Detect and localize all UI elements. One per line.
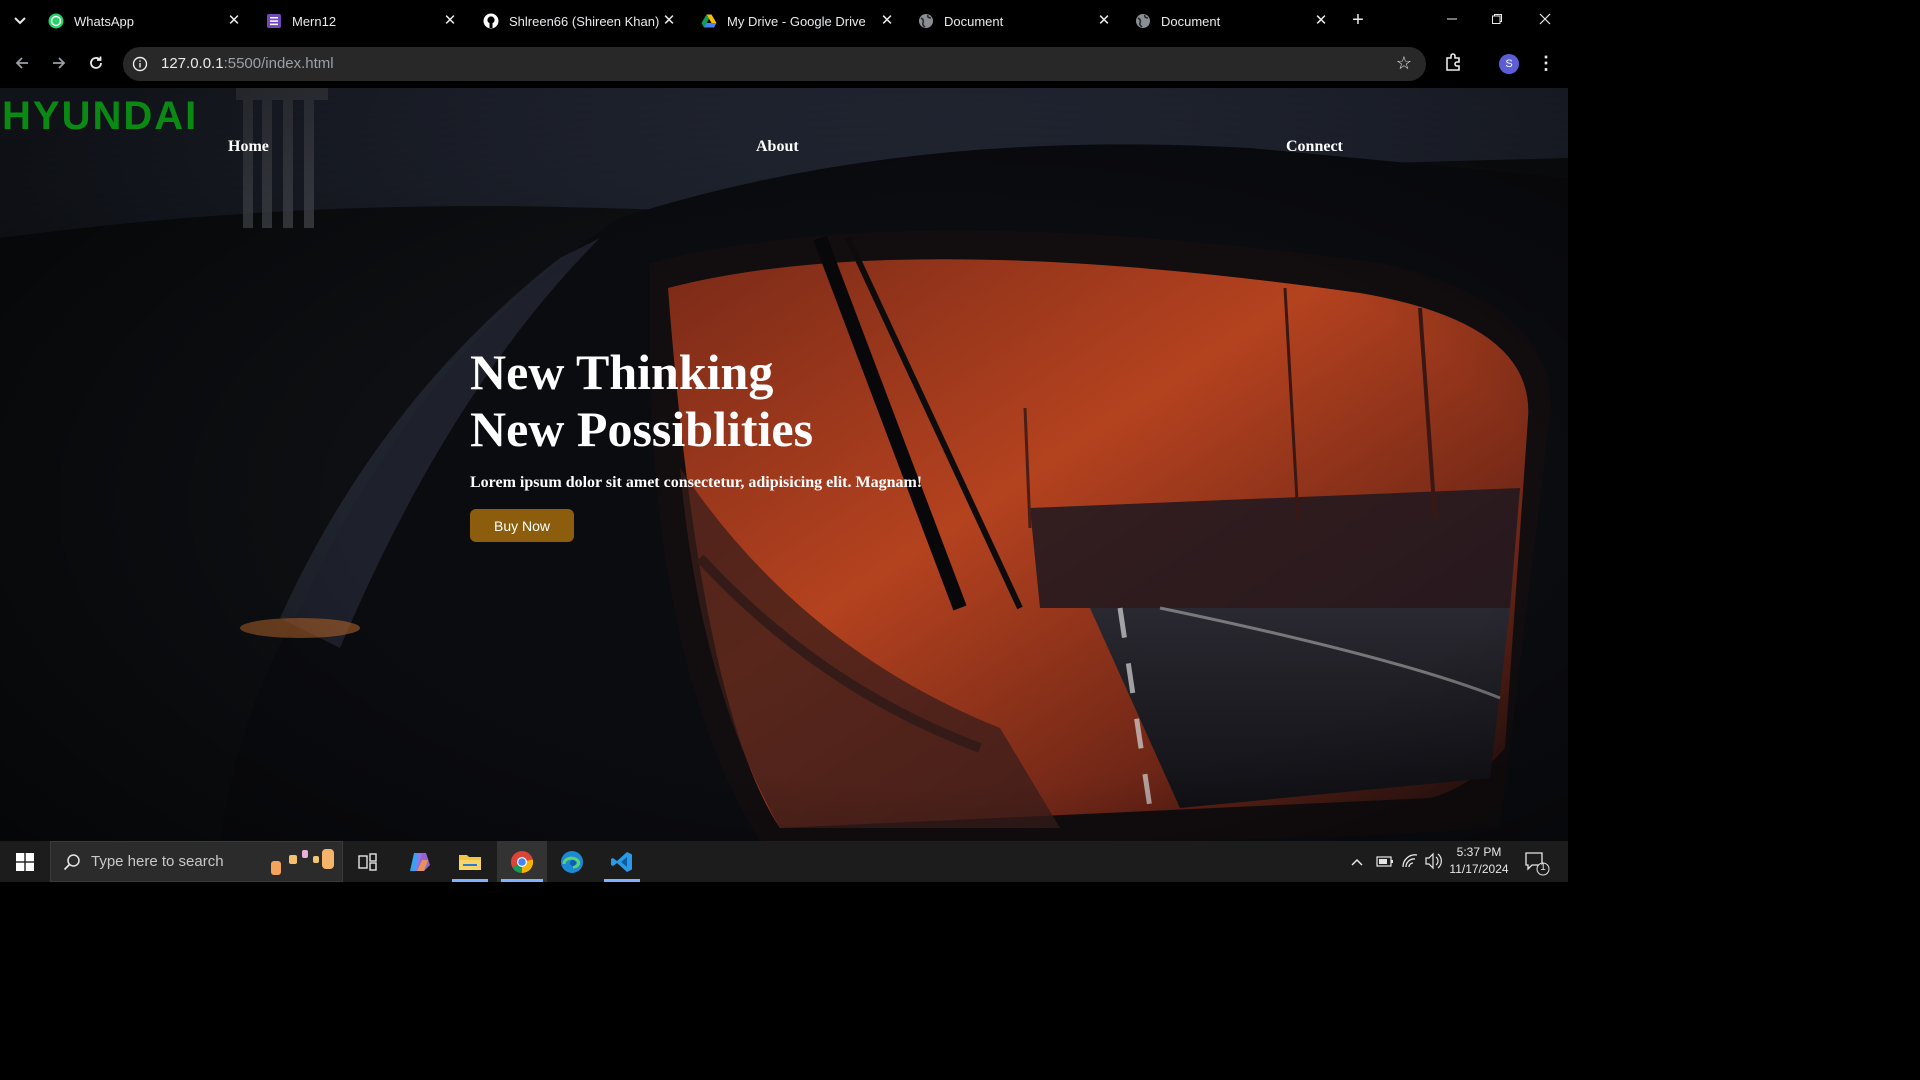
show-hidden-icons-chevron-icon[interactable] [1350, 841, 1370, 882]
close-tab-icon[interactable]: ✕ [661, 13, 677, 29]
back-arrow-icon[interactable] [9, 52, 35, 78]
url-path: :5500/index.html [223, 55, 334, 72]
hero-subtitle: Lorem ipsum dolor sit amet consectetur, … [470, 474, 923, 491]
tab-whatsapp[interactable]: WhatsApp ✕ [38, 6, 252, 36]
active-indicator [452, 879, 488, 882]
globe-icon [1135, 13, 1151, 29]
close-tab-icon[interactable]: ✕ [226, 13, 242, 29]
forms-icon [266, 13, 282, 29]
tab-document-2[interactable]: Document ✕ [1125, 6, 1339, 36]
url-text: 127.0.0.1:5500/index.html [161, 55, 334, 72]
tab-google-drive[interactable]: My Drive - Google Drive ✕ [691, 6, 905, 36]
tab-title: Mern12 [292, 13, 337, 29]
close-tab-icon[interactable]: ✕ [442, 13, 458, 29]
windows-start-icon[interactable] [0, 841, 50, 882]
tab-title: Document [1161, 13, 1221, 29]
webpage-viewport: HYUNDAI Home About Connect New Thinking … [0, 88, 1568, 841]
close-window-icon[interactable] [1530, 8, 1560, 32]
battery-icon[interactable] [1376, 841, 1396, 882]
search-placeholder: Type here to search [91, 853, 224, 870]
nav-home[interactable]: Home [228, 138, 269, 156]
close-tab-icon[interactable]: ✕ [1096, 13, 1112, 29]
url-host: 127.0.0.1 [161, 55, 224, 72]
new-tab-plus-icon[interactable]: + [1348, 10, 1368, 30]
copilot-icon[interactable] [400, 841, 440, 882]
chrome-menu-icon[interactable]: ⋮ [1536, 52, 1556, 74]
active-indicator [501, 879, 543, 882]
nav-about[interactable]: About [756, 138, 799, 156]
site-info-icon[interactable] [132, 56, 148, 72]
tab-title: WhatsApp [74, 13, 134, 29]
bookmark-star-icon[interactable]: ☆ [1396, 53, 1412, 74]
clock-date: 11/17/2024 [1449, 862, 1509, 876]
tab-github[interactable]: Shlreen66 (Shireen Khan) ✕ [473, 6, 687, 36]
tab-title: My Drive - Google Drive [727, 13, 866, 29]
notification-center-icon[interactable]: 1 [1524, 841, 1554, 882]
search-highlight-lanterns-icon [269, 847, 339, 877]
edge-icon[interactable] [552, 841, 592, 882]
search-icon [63, 853, 81, 871]
file-explorer-icon[interactable] [450, 841, 490, 882]
wifi-icon[interactable] [1401, 841, 1421, 882]
tab-document-1[interactable]: Document ✕ [908, 6, 1122, 36]
speaker-volume-icon[interactable] [1424, 841, 1444, 882]
hero-title: New Thinking New Possiblities [470, 344, 813, 458]
system-clock[interactable]: 5:37 PM 11/17/2024 [1444, 844, 1514, 878]
vscode-icon[interactable] [602, 841, 642, 882]
tab-search-chevron-icon[interactable] [10, 12, 30, 30]
notification-count: 1 [1540, 862, 1546, 873]
hero-title-line1: New Thinking [470, 344, 774, 400]
close-tab-icon[interactable]: ✕ [1313, 13, 1329, 29]
minimize-icon[interactable] [1437, 8, 1467, 32]
close-tab-icon[interactable]: ✕ [879, 13, 895, 29]
forward-arrow-icon[interactable] [46, 52, 72, 78]
google-drive-icon [701, 13, 717, 29]
windows-taskbar: Type here to search 5:37 PM 11/17/2024 1 [0, 841, 1568, 882]
buy-now-button[interactable]: Buy Now [470, 509, 574, 542]
taskbar-search-box[interactable]: Type here to search [50, 841, 343, 882]
hero-title-line2: New Possiblities [470, 401, 814, 457]
extensions-puzzle-icon[interactable] [1444, 52, 1466, 74]
tab-strip: WhatsApp ✕ Mern12 ✕ Shlreen66 (Shireen K… [0, 0, 1568, 42]
globe-icon [918, 13, 934, 29]
address-bar[interactable]: 127.0.0.1:5500/index.html ☆ [123, 47, 1426, 81]
brand-logo[interactable]: HYUNDAI [2, 94, 198, 139]
active-indicator [604, 879, 640, 882]
reload-icon[interactable] [83, 52, 109, 78]
chrome-icon[interactable] [497, 841, 547, 882]
tab-mern12[interactable]: Mern12 ✕ [256, 6, 468, 36]
browser-toolbar: 127.0.0.1:5500/index.html ☆ [0, 42, 1568, 88]
hero-background-image [0, 88, 1568, 841]
restore-icon[interactable] [1482, 8, 1512, 32]
tab-title: Document [944, 13, 1004, 29]
task-view-icon[interactable] [350, 841, 386, 882]
clock-time: 5:37 PM [1456, 845, 1502, 859]
whatsapp-icon [48, 13, 64, 29]
github-icon [483, 13, 499, 29]
profile-avatar[interactable]: S [1499, 54, 1519, 74]
nav-connect[interactable]: Connect [1286, 138, 1343, 156]
tab-title: Shlreen66 (Shireen Khan) [509, 13, 660, 29]
